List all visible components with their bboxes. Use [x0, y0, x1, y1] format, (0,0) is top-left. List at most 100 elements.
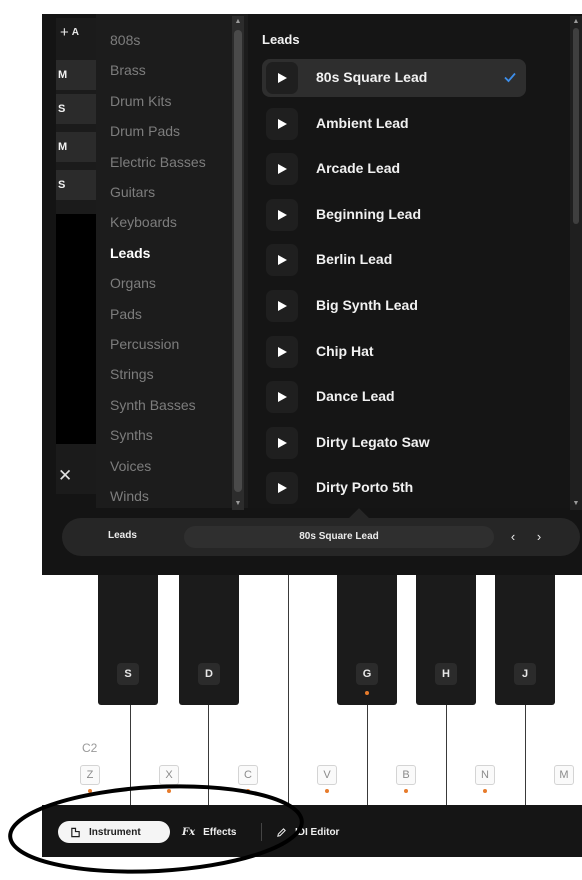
category-item[interactable]: Drum Kits	[110, 93, 171, 109]
black-key[interactable]: S	[98, 575, 158, 705]
window-top-margin	[42, 0, 582, 14]
category-item[interactable]: Leads	[110, 245, 150, 261]
play-icon	[278, 346, 287, 357]
category-item[interactable]: Organs	[110, 275, 156, 291]
close-icon[interactable]: ✕	[58, 466, 72, 486]
category-item[interactable]: Guitars	[110, 184, 155, 200]
preset-name: Dirty Legato Saw	[316, 433, 430, 450]
tab-midi-editor[interactable]: IDI Editor	[276, 821, 339, 843]
key-shortcut-label: D	[198, 663, 220, 685]
category-item[interactable]: Percussion	[110, 336, 179, 352]
preset-item[interactable]: Arcade Lead	[262, 150, 526, 188]
category-item[interactable]: Synths	[110, 427, 153, 443]
preset-item[interactable]: Big Synth Lead	[262, 287, 526, 325]
tab-midi-editor-label: IDI Editor	[295, 826, 340, 838]
category-scrollbar[interactable]: ▲ ▼	[232, 16, 244, 510]
mute-button[interactable]: M	[56, 132, 96, 162]
preset-name: Ambient Lead	[316, 114, 409, 131]
add-track-button[interactable]: + A	[60, 22, 96, 44]
preset-scrollbar[interactable]: ▲ ▼	[570, 16, 582, 510]
preset-list-header: Leads	[262, 32, 300, 47]
category-item[interactable]: 808s	[110, 32, 140, 48]
preset-item[interactable]: Dirty Porto 5th	[262, 469, 526, 507]
current-category-label[interactable]: Leads	[108, 530, 137, 541]
preset-item[interactable]: Berlin Lead	[262, 241, 526, 279]
preview-play-button[interactable]	[266, 62, 298, 94]
key-shortcut-label: G	[356, 663, 378, 685]
black-key[interactable]: J	[495, 575, 555, 705]
preview-play-button[interactable]	[266, 107, 298, 140]
preview-play-button[interactable]	[266, 244, 298, 277]
fx-icon: Fx	[182, 826, 196, 838]
preset-item[interactable]: Ambient Lead	[262, 105, 526, 143]
add-track-label: A	[71, 27, 79, 38]
solo-button[interactable]: S	[56, 94, 96, 124]
category-item[interactable]: Strings	[110, 366, 154, 382]
tab-effects[interactable]: Fx Effects	[182, 821, 236, 843]
play-icon	[278, 255, 287, 266]
category-item[interactable]: Brass	[110, 62, 146, 78]
preview-play-button[interactable]	[266, 426, 298, 459]
preset-name: 80s Square Lead	[316, 69, 428, 85]
category-item[interactable]: Winds	[110, 488, 149, 504]
key-indicator-dot	[325, 789, 329, 793]
bottom-toolbar: Instrument Fx Effects IDI Editor	[42, 805, 582, 857]
key-indicator-dot	[365, 691, 369, 695]
preset-item[interactable]: Chip Hat	[262, 333, 526, 371]
white-key-shortcut-label: M	[554, 765, 574, 785]
scroll-down-icon[interactable]: ▼	[232, 498, 244, 510]
preset-item[interactable]: 80s Square Lead	[262, 59, 526, 97]
black-key[interactable]: D	[179, 575, 239, 705]
category-item[interactable]: Keyboards	[110, 214, 177, 230]
scroll-down-icon[interactable]: ▼	[570, 498, 582, 510]
category-item[interactable]: Electric Basses	[110, 154, 206, 170]
white-key-shortcut-label: N	[475, 765, 495, 785]
solo-button[interactable]: S	[56, 170, 96, 200]
preset-bar: Leads 80s Square Lead ‹ ›	[62, 508, 580, 556]
category-item[interactable]: Pads	[110, 306, 142, 322]
key-indicator-dot	[167, 789, 171, 793]
preview-play-button[interactable]	[266, 198, 298, 231]
play-icon	[278, 301, 287, 311]
tab-instrument-label: Instrument	[89, 826, 141, 838]
checkmark-icon	[502, 69, 518, 85]
next-preset-button[interactable]: ›	[530, 526, 548, 548]
plus-icon: +	[60, 24, 69, 41]
tab-effects-label: Effects	[203, 826, 237, 838]
category-item[interactable]: Drum Pads	[110, 123, 180, 139]
preset-name: Beginning Lead	[316, 205, 421, 222]
preview-play-button[interactable]	[266, 290, 298, 322]
key-shortcut-label: H	[435, 663, 457, 685]
preview-play-button[interactable]	[266, 472, 298, 505]
scrollbar-thumb[interactable]	[234, 30, 242, 492]
tab-instrument[interactable]: Instrument	[58, 821, 170, 843]
category-item[interactable]: Synth Basses	[110, 397, 196, 413]
scrollbar-thumb[interactable]	[573, 28, 579, 224]
black-key[interactable]: G	[337, 575, 397, 705]
scroll-up-icon[interactable]: ▲	[232, 16, 244, 28]
octave-label: C2	[82, 741, 98, 755]
piano-keyboard[interactable]: S D G H J C2 Z X C V B N M	[42, 575, 582, 805]
category-item[interactable]: Voices	[110, 458, 151, 474]
white-key-shortcut-label: X	[159, 765, 179, 785]
black-key[interactable]: H	[416, 575, 476, 705]
track-strip: + A M S M S ✕	[56, 18, 96, 494]
preset-item[interactable]: Dirty Legato Saw	[262, 424, 526, 462]
current-preset-pill[interactable]: 80s Square Lead	[184, 526, 494, 548]
preview-play-button[interactable]	[266, 335, 298, 368]
scroll-up-icon[interactable]: ▲	[570, 16, 582, 28]
preview-play-button[interactable]	[266, 153, 298, 186]
preset-list: Leads 80s Square Lead Ambient Lead Arcade …	[248, 14, 576, 508]
preview-play-button[interactable]	[266, 381, 298, 414]
key-shortcut-label: J	[514, 663, 536, 685]
preset-item[interactable]: Dance Lead	[262, 378, 526, 416]
key-indicator-dot	[88, 789, 92, 793]
preset-item[interactable]: Beginning Lead	[262, 196, 526, 234]
instrument-icon	[71, 827, 80, 837]
mute-button[interactable]: M	[56, 60, 96, 90]
play-icon	[278, 118, 287, 129]
preset-name: Berlin Lead	[316, 251, 393, 268]
play-icon	[278, 392, 287, 403]
previous-preset-button[interactable]: ‹	[504, 526, 522, 548]
white-key-shortcut-label: Z	[80, 765, 100, 785]
